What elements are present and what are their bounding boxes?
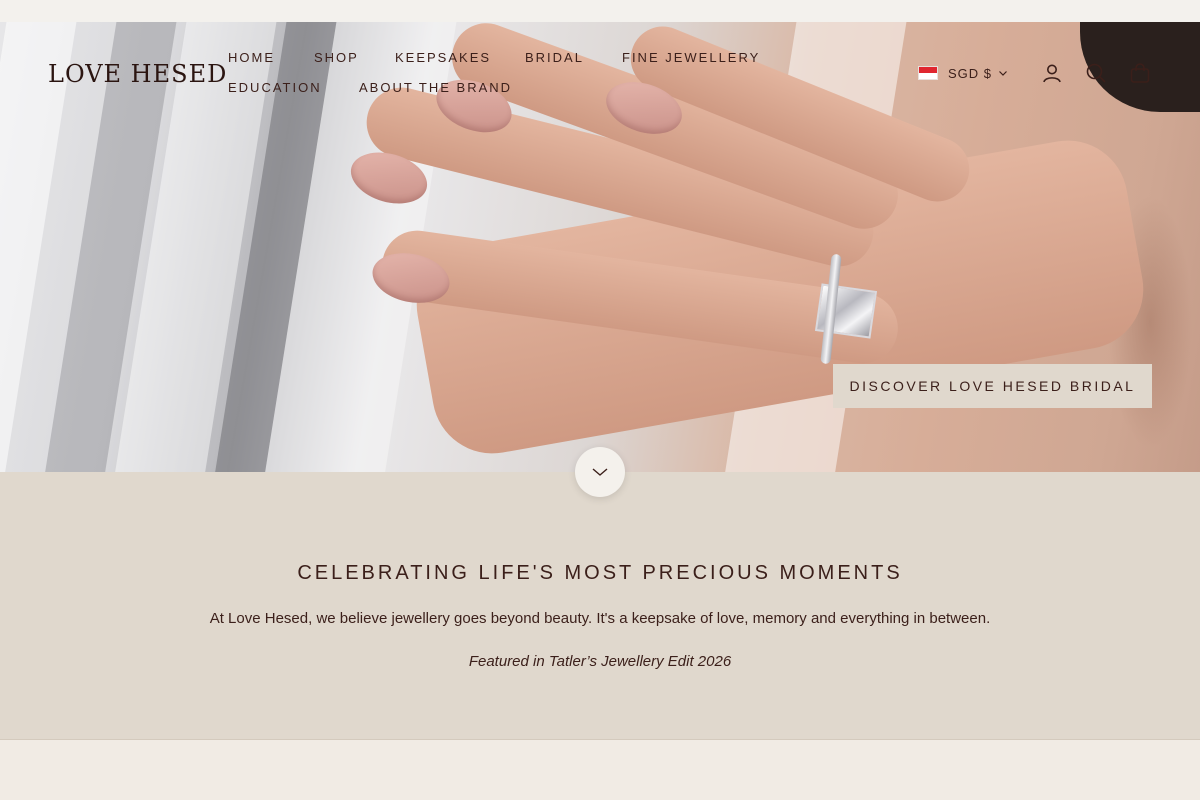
nav-home[interactable]: HOME (228, 50, 275, 65)
search-icon (1086, 63, 1106, 83)
nav-fine-jewellery[interactable]: FINE JEWELLERY (622, 50, 760, 65)
intro-section: CELEBRATING LIFE'S MOST PRECIOUS MOMENTS… (0, 472, 1200, 740)
currency-selector[interactable]: SGD $ (918, 64, 1008, 82)
cart-icon (1130, 63, 1150, 83)
intro-heading: CELEBRATING LIFE'S MOST PRECIOUS MOMENTS (297, 562, 903, 584)
chevron-down-icon (999, 71, 1007, 76)
discover-bridal-button[interactable]: DISCOVER LOVE HESED BRIDAL (833, 364, 1152, 408)
cart-button[interactable] (1127, 60, 1153, 86)
press-feature-text: Featured in Tatler’s Jewellery Edit 2026 (468, 653, 732, 670)
account-button[interactable] (1039, 60, 1065, 86)
nav-bridal[interactable]: BRIDAL (525, 50, 584, 65)
announcement-bar (0, 0, 1200, 22)
search-button[interactable] (1083, 60, 1109, 86)
nav-shop[interactable]: SHOP (314, 50, 359, 65)
currency-code: SGD $ (948, 65, 993, 81)
chevron-down-icon (592, 468, 608, 476)
brand-logo[interactable]: LOVE HESED (48, 60, 227, 88)
site-header: LOVE HESED HOME SHOP KEEPSAKES BRIDAL FI… (0, 22, 1200, 122)
intro-description: At Love Hesed, we believe jewellery goes… (209, 610, 991, 627)
singapore-flag-icon (918, 66, 938, 80)
nav-about-the-brand[interactable]: ABOUT THE BRAND (359, 80, 512, 95)
nav-keepsakes[interactable]: KEEPSAKES (395, 50, 491, 65)
account-icon (1043, 64, 1061, 83)
next-section (0, 740, 1200, 800)
nav-education[interactable]: EDUCATION (228, 80, 322, 95)
scroll-down-button[interactable] (575, 447, 625, 497)
